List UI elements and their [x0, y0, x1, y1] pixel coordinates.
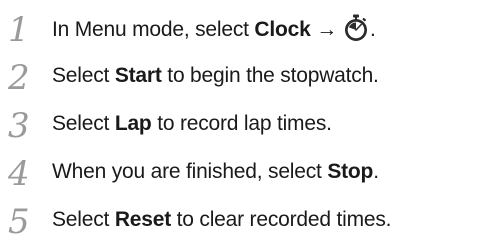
step-bold-term: Lap — [114, 112, 152, 135]
step-number: 4 — [8, 154, 30, 194]
step-text-before: When you are finished, select — [52, 160, 328, 183]
step-bold-term: Start — [114, 64, 162, 87]
step-text-after: to begin the stopwatch. — [161, 64, 379, 87]
step-bold-term: Stop — [327, 160, 374, 183]
step-text-after: → — [310, 18, 338, 41]
step-bold-term: Clock — [254, 18, 311, 41]
step-text: Select Start to begin the stopwatch. — [52, 64, 379, 88]
step-4: 4 When you are finished, select Stop. — [6, 148, 482, 196]
step-text-before: Select — [52, 208, 115, 231]
step-number: 2 — [8, 58, 30, 98]
step-number: 5 — [8, 202, 30, 242]
step-text-after: to record lap times. — [151, 112, 332, 135]
step-text-before: Select — [52, 112, 115, 135]
step-text: In Menu mode, select Clock → . — [52, 14, 376, 42]
step-2: 2 Select Start to begin the stopwatch. — [6, 52, 482, 100]
step-text-after: to clear recorded times. — [171, 208, 392, 231]
step-text-after: . — [373, 160, 379, 183]
instruction-steps: 1 In Menu mode, select Clock → . 2 Selec… — [6, 4, 482, 244]
step-bold-term: Reset — [114, 208, 172, 231]
step-text: Select Reset to clear recorded times. — [52, 208, 391, 232]
step-number: 1 — [8, 10, 30, 50]
step-3: 3 Select Lap to record lap times. — [6, 100, 482, 148]
step-1: 1 In Menu mode, select Clock → . — [6, 4, 482, 52]
step-text-tail: . — [370, 18, 376, 41]
step-text: When you are finished, select Stop. — [52, 160, 379, 184]
step-number: 3 — [8, 106, 30, 146]
step-text-before: In Menu mode, select — [52, 18, 255, 41]
stopwatch-icon — [343, 14, 369, 42]
step-text-before: Select — [52, 64, 115, 87]
step-text: Select Lap to record lap times. — [52, 112, 332, 136]
step-5: 5 Select Reset to clear recorded times. — [6, 196, 482, 244]
